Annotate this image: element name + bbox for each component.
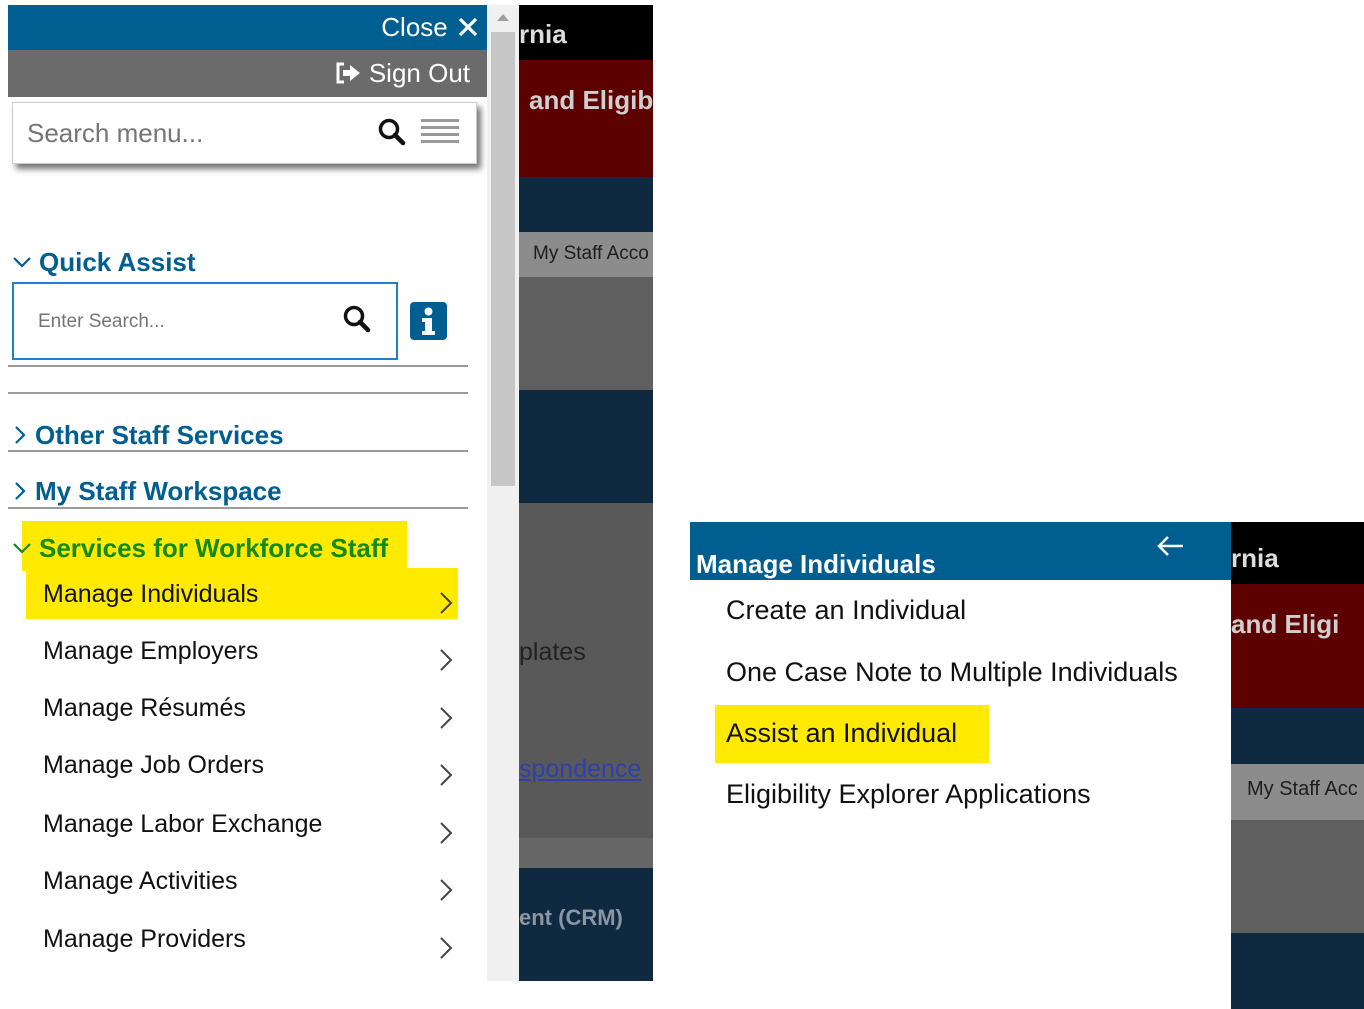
tab-fragment: My Staff Acco <box>533 243 649 264</box>
search-icon[interactable] <box>377 117 407 147</box>
quick-assist-toggle[interactable]: Quick Assist <box>11 247 196 278</box>
item-label: Assist an Individual <box>726 718 958 748</box>
item-label: Create an Individual <box>726 595 967 625</box>
sign-out-bar: Sign Out <box>8 50 487 97</box>
chevron-right-icon[interactable] <box>438 762 454 788</box>
menu-search-box <box>12 102 477 164</box>
divider-band <box>519 838 653 868</box>
menu-item-manage-employers[interactable]: Manage Employers <box>43 637 258 666</box>
menu-item-label: Manage Activities <box>43 867 238 895</box>
section-other-staff-services[interactable]: Other Staff Services <box>11 420 284 451</box>
menu-item-label: Manage Individuals <box>43 580 259 608</box>
correspondence-link-fragment[interactable]: spondence <box>519 755 641 784</box>
info-button[interactable] <box>410 302 447 340</box>
close-label: Close <box>381 12 448 42</box>
divider <box>8 392 468 394</box>
content-band <box>1231 820 1364 933</box>
menu-item-label: Manage Providers <box>43 925 246 953</box>
search-icon[interactable] <box>342 304 372 334</box>
sign-out-icon <box>336 62 360 84</box>
section-services-for-workforce-staff[interactable]: Services for Workforce Staff <box>11 533 388 564</box>
divider <box>8 365 468 367</box>
banner-fragment: and Eligi <box>1231 609 1340 639</box>
section-my-staff-workspace[interactable]: My Staff Workspace <box>11 476 282 507</box>
banner-fragment: and Eligib <box>529 85 653 115</box>
page-banner: and Eligib <box>519 60 653 177</box>
crm-fragment: ent (CRM) <box>519 905 623 930</box>
templates-fragment: plates <box>519 638 586 666</box>
chevron-down-icon <box>13 257 31 268</box>
dark-band <box>1231 933 1364 1009</box>
chevron-right-icon <box>15 426 26 444</box>
info-icon <box>422 307 435 335</box>
quick-assist-search-input[interactable] <box>36 306 330 338</box>
manage-individuals-header: Manage Individuals <box>690 522 1231 580</box>
templates-area: plates spondence <box>519 503 653 838</box>
chevron-right-icon[interactable] <box>438 705 454 731</box>
page-title-fragment: rnia <box>519 19 567 49</box>
content-band <box>519 277 653 390</box>
section-label: Services for Workforce Staff <box>39 533 389 563</box>
scrollbar-thumb[interactable] <box>491 32 515 486</box>
sign-out-button[interactable]: Sign Out <box>335 58 470 89</box>
chevron-right-icon[interactable] <box>438 820 454 846</box>
menu-lines-icon[interactable] <box>421 118 461 146</box>
divider <box>8 450 468 452</box>
chevron-right-icon[interactable] <box>438 647 454 673</box>
page-header-bar: rnia <box>1231 522 1364 584</box>
chevron-right-icon[interactable] <box>438 590 454 616</box>
menu-item-manage-labor-exchange[interactable]: Manage Labor Exchange <box>43 810 322 839</box>
menu-item-label: Manage Employers <box>43 637 259 665</box>
page-header-bar: rnia <box>519 5 653 60</box>
underlying-page-right: rnia and Eligi My Staff Acc <box>1231 522 1364 1009</box>
menu-item-label: Manage Job Orders <box>43 751 264 779</box>
manage-individuals-panel: Manage Individuals Create an Individual … <box>690 522 1231 1009</box>
chevron-right-icon <box>15 482 26 500</box>
menu-item-manage-individuals[interactable]: Manage Individuals <box>43 580 258 609</box>
side-menu-panel: Close Sign Out Search menu... Quick Assi… <box>8 5 487 981</box>
item-label: Eligibility Explorer Applications <box>726 779 1091 809</box>
page-tab-strip: My Staff Acc <box>1231 764 1364 820</box>
item-assist-an-individual[interactable]: Assist an Individual <box>726 718 957 749</box>
item-one-case-note-to-multiple-individuals[interactable]: One Case Note to Multiple Individuals <box>726 657 1178 688</box>
tab-fragment: My Staff Acc <box>1247 778 1358 800</box>
menu-search-input[interactable] <box>25 115 359 151</box>
nav-band <box>519 177 653 232</box>
section-label: Other Staff Services <box>35 420 284 450</box>
divider <box>8 507 468 509</box>
underlying-page-left: rnia and Eligib My Staff Acco plates spo… <box>519 5 653 981</box>
sign-out-label: Sign Out <box>368 58 470 88</box>
chevron-right-icon[interactable] <box>438 877 454 903</box>
menu-item-manage-resumes[interactable]: Manage Résumés <box>43 694 246 723</box>
menu-item-manage-providers[interactable]: Manage Providers <box>43 925 246 954</box>
panel-title: Manage Individuals <box>696 549 936 579</box>
page-tab-strip: My Staff Acco <box>519 232 653 277</box>
crm-band: ent (CRM) <box>519 868 653 981</box>
close-button[interactable]: Close <box>381 12 479 43</box>
menu-item-manage-job-orders[interactable]: Manage Job Orders <box>43 751 264 780</box>
scroll-up-arrow-icon[interactable] <box>487 5 519 27</box>
item-label: One Case Note to Multiple Individuals <box>726 657 1178 687</box>
quick-assist-heading: Quick Assist <box>39 247 196 277</box>
page-banner: and Eligi <box>1231 584 1364 708</box>
item-eligibility-explorer-applications[interactable]: Eligibility Explorer Applications <box>726 779 1091 810</box>
dark-band <box>519 390 653 503</box>
close-icon <box>458 17 478 37</box>
quick-assist-search-box <box>12 282 398 360</box>
page-title-fragment: rnia <box>1231 543 1279 573</box>
item-create-an-individual[interactable]: Create an Individual <box>726 595 966 626</box>
menu-item-label: Manage Résumés <box>43 694 246 722</box>
menu-item-manage-activities[interactable]: Manage Activities <box>43 867 238 896</box>
section-label: My Staff Workspace <box>35 476 282 506</box>
chevron-right-icon[interactable] <box>438 935 454 961</box>
close-bar: Close <box>8 5 487 50</box>
nav-band <box>1231 708 1364 764</box>
menu-item-label: Manage Labor Exchange <box>43 810 323 838</box>
arrow-left-icon[interactable] <box>1155 532 1187 560</box>
chevron-down-icon <box>13 543 31 554</box>
